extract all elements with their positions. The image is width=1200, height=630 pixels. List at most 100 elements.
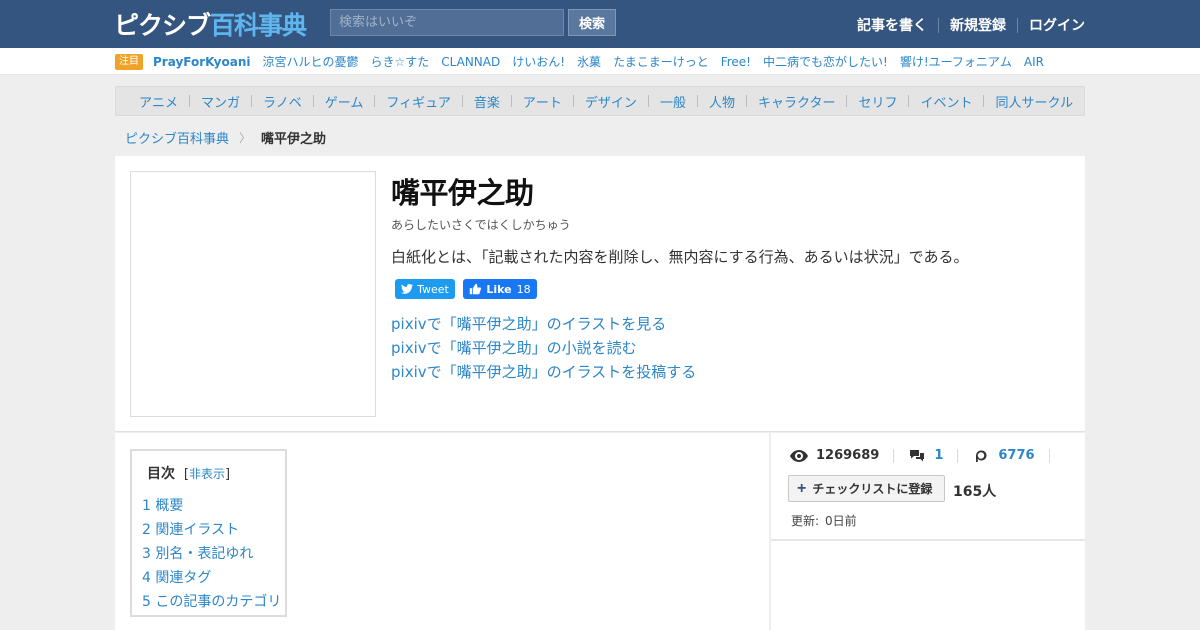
toc-header: 目次 [非表示] xyxy=(147,463,285,483)
featured-item[interactable]: CLANNAD xyxy=(441,55,500,69)
table-of-contents: 目次 [非表示] 1 概要 2 関連イラスト 3 別名・表記ゆれ 4 関連タグ … xyxy=(130,449,287,617)
eye-icon xyxy=(790,449,808,463)
article-thumbnail xyxy=(130,171,376,417)
divider xyxy=(312,95,314,107)
like-label: Like xyxy=(486,282,512,296)
toc-item[interactable]: 2 関連イラスト xyxy=(142,518,285,542)
add-to-checklist-button[interactable]: + チェックリストに登録 xyxy=(788,475,945,502)
toc-item[interactable]: 3 別名・表記ゆれ xyxy=(142,542,285,566)
category-link[interactable]: デザイン xyxy=(585,92,637,111)
view-count: 1269689 xyxy=(816,448,880,463)
category-link[interactable]: セリフ xyxy=(858,92,897,111)
divider xyxy=(510,95,512,107)
divider xyxy=(745,95,747,107)
category-link[interactable]: ゲーム xyxy=(325,92,364,111)
pixiv-post-link[interactable]: pixivで「嘴平伊之助」のイラストを投稿する xyxy=(391,360,696,384)
divider xyxy=(461,95,463,107)
article-stats: 1269689 1 6776 xyxy=(790,448,1064,463)
article-body: 目次 [非表示] 1 概要 2 関連イラスト 3 別名・表記ゆれ 4 関連タグ … xyxy=(115,433,769,630)
search-input[interactable] xyxy=(330,9,564,36)
breadcrumb-home[interactable]: ピクシブ百科事典 xyxy=(125,128,229,147)
divider xyxy=(189,95,191,107)
comment-count[interactable]: 1 xyxy=(934,448,943,463)
featured-item[interactable]: 涼宮ハルヒの憂鬱 xyxy=(263,53,359,70)
divider xyxy=(572,95,574,107)
featured-item[interactable]: PrayForKyoani xyxy=(153,55,251,69)
category-link[interactable]: フィギュア xyxy=(386,92,450,111)
updated-label: 更新: xyxy=(791,514,820,528)
category-link[interactable]: 一般 xyxy=(660,92,686,111)
breadcrumb-current: 嘴平伊之助 xyxy=(261,132,327,147)
category-link[interactable]: アニメ xyxy=(139,92,178,111)
divider xyxy=(1048,448,1050,463)
thumbs-up-icon xyxy=(470,283,482,295)
site-header: ピクシブ 百科事典 検索 記事を書く 新規登録 ログイン xyxy=(0,0,1200,48)
tweet-button[interactable]: Tweet xyxy=(395,279,455,299)
sidebar: 1269689 1 6776 + チェックリストに登録 165人 更新: 0日前 xyxy=(771,433,1085,630)
last-updated: 更新: 0日前 xyxy=(791,512,857,529)
divider xyxy=(893,448,895,463)
category-link[interactable]: イベント xyxy=(920,92,972,111)
article-summary: 白紙化とは、「記載された内容を削除し、無内容にする行為、あるいは状況」である。 xyxy=(391,248,969,266)
divider xyxy=(846,95,848,107)
facebook-like-button[interactable]: Like 18 xyxy=(463,279,537,299)
featured-item[interactable]: たまこまーけっと xyxy=(613,53,709,70)
pixiv-work-count[interactable]: 6776 xyxy=(998,448,1034,463)
site-logo[interactable]: ピクシブ 百科事典 xyxy=(114,9,307,40)
category-link[interactable]: ラノベ xyxy=(263,92,302,111)
logo-kanji: 百科事典 xyxy=(210,11,307,40)
search-button[interactable]: 検索 xyxy=(568,9,616,36)
divider xyxy=(251,95,253,107)
signup-link[interactable]: 新規登録 xyxy=(950,15,1006,35)
divider xyxy=(957,448,959,463)
featured-bar: 注目 PrayForKyoani 涼宮ハルヒの憂鬱 らき☆すた CLANNAD … xyxy=(0,48,1200,75)
featured-badge: 注目 xyxy=(115,53,143,70)
article-header: 嘴平伊之助 あらしたいさくではくしかちゅう 白紙化とは、「記載された内容を削除し… xyxy=(115,156,1085,432)
featured-item[interactable]: 響け!ユーフォニアム xyxy=(900,53,1012,70)
category-link[interactable]: アート xyxy=(523,92,562,111)
page-title: 嘴平伊之助 xyxy=(391,176,534,210)
social-buttons: Tweet Like 18 xyxy=(395,279,537,299)
header-links: 記事を書く 新規登録 ログイン xyxy=(857,15,1085,35)
featured-item[interactable]: AIR xyxy=(1024,55,1044,69)
featured-item[interactable]: らき☆すた xyxy=(371,53,430,70)
pixiv-links: pixivで「嘴平伊之助」のイラストを見る pixivで「嘴平伊之助」の小説を読… xyxy=(391,312,696,384)
toc-bracket: ] xyxy=(224,467,231,482)
sidebar-stats-panel: 1269689 1 6776 + チェックリストに登録 165人 更新: 0日前 xyxy=(771,433,1085,541)
comment-bubbles-icon xyxy=(908,449,926,463)
toc-item[interactable]: 1 概要 xyxy=(142,494,285,518)
divider xyxy=(696,95,698,107)
toc-title: 目次 xyxy=(147,466,175,482)
write-article-link[interactable]: 記事を書く xyxy=(857,15,927,35)
pixiv-novel-link[interactable]: pixivで「嘴平伊之助」の小説を読む xyxy=(391,336,696,360)
divider xyxy=(983,95,985,107)
category-link[interactable]: 音楽 xyxy=(474,92,500,111)
featured-item[interactable]: Free! xyxy=(721,55,751,69)
updated-value: 0日前 xyxy=(825,514,857,528)
title-reading: あらしたいさくではくしかちゅう xyxy=(391,218,571,232)
checklist-count: 165人 xyxy=(953,484,997,500)
pixiv-icon xyxy=(972,449,990,463)
checklist-button-label: チェックリストに登録 xyxy=(812,482,933,496)
logo-kana: ピクシブ xyxy=(114,11,211,40)
login-link[interactable]: ログイン xyxy=(1029,15,1085,35)
divider xyxy=(1017,17,1018,33)
category-nav: アニメ マンガ ラノベ ゲーム フィギュア 音楽 アート デザイン 一般 人物 … xyxy=(115,86,1085,116)
category-link[interactable]: 同人サークル xyxy=(995,92,1073,111)
category-link[interactable]: キャラクター xyxy=(758,92,835,111)
pixiv-illust-link[interactable]: pixivで「嘴平伊之助」のイラストを見る xyxy=(391,312,696,336)
toc-item[interactable]: 4 関連タグ xyxy=(142,566,285,590)
plus-icon: + xyxy=(797,479,807,497)
featured-item[interactable]: けいおん! xyxy=(512,53,565,70)
divider xyxy=(938,17,939,33)
category-link[interactable]: 人物 xyxy=(709,92,735,111)
toc-list: 1 概要 2 関連イラスト 3 別名・表記ゆれ 4 関連タグ 5 この記事のカテ… xyxy=(142,494,285,614)
category-link[interactable]: マンガ xyxy=(201,92,240,111)
divider xyxy=(908,95,910,107)
divider xyxy=(374,95,376,107)
toc-item[interactable]: 5 この記事のカテゴリ xyxy=(142,590,285,614)
toc-hide-toggle[interactable]: 非表示 xyxy=(189,467,225,481)
featured-item[interactable]: 氷菓 xyxy=(577,53,601,70)
chevron-right-icon: 〉 xyxy=(239,131,252,145)
featured-item[interactable]: 中二病でも恋がしたい! xyxy=(763,53,888,70)
